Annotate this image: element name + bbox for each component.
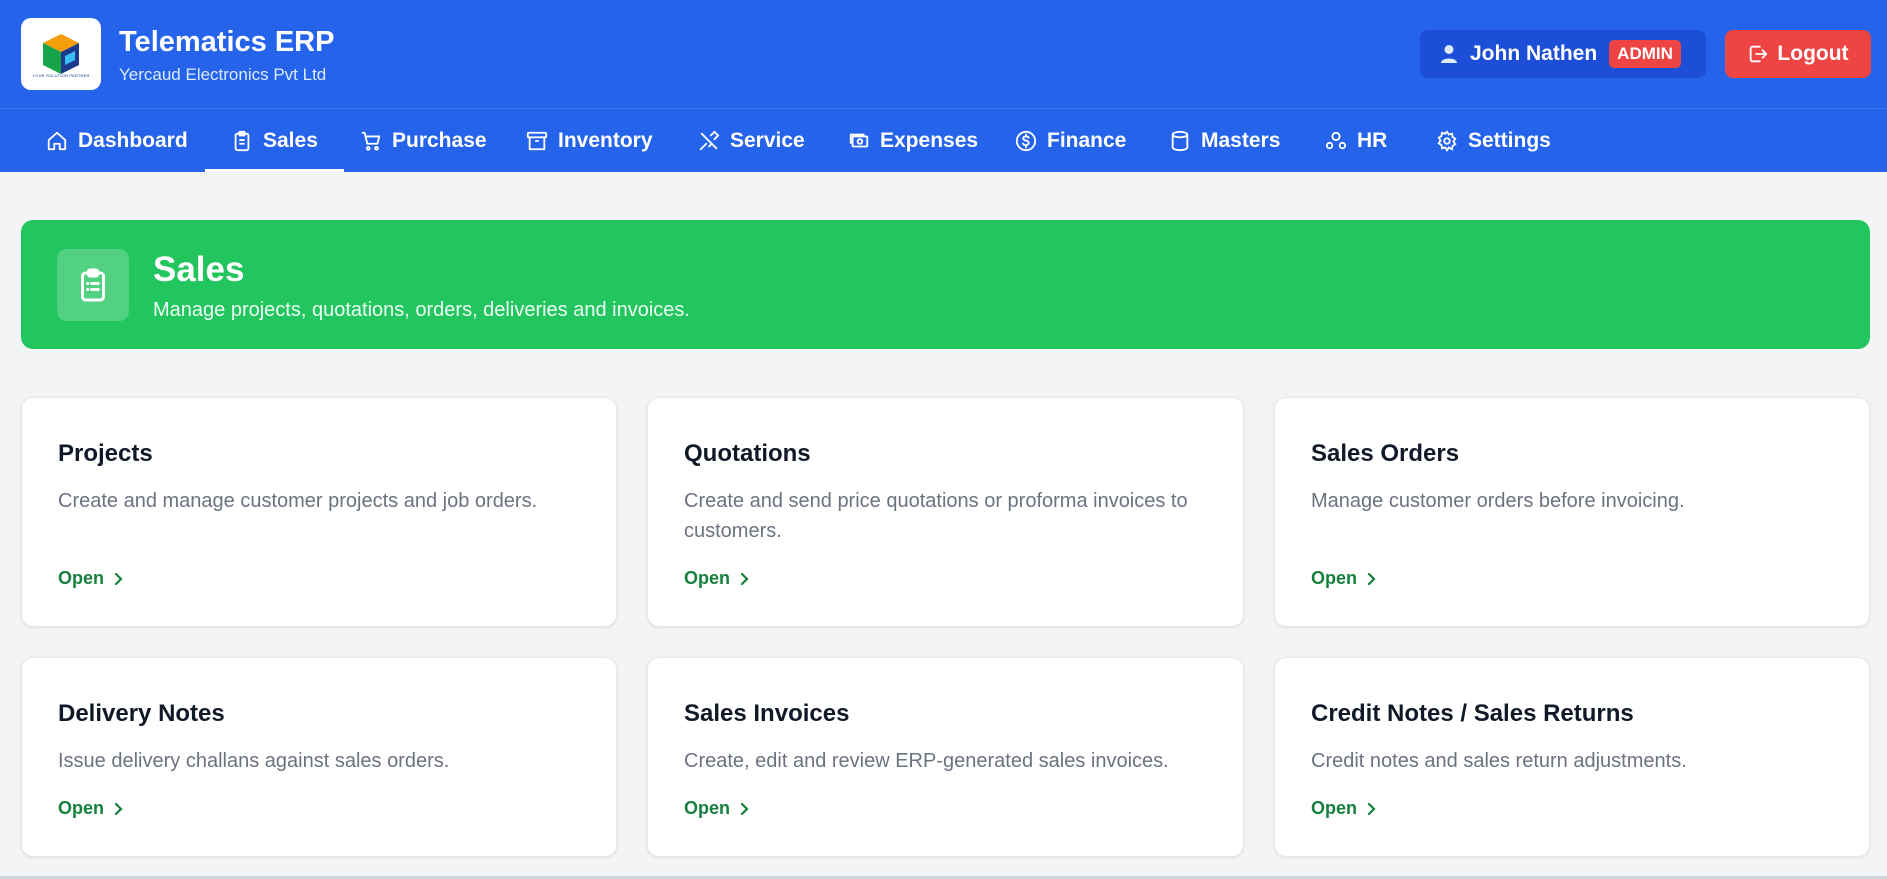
open-link[interactable]: Open <box>58 798 124 819</box>
card-credit-notes[interactable]: Credit Notes / Sales Returns Credit note… <box>1274 657 1870 857</box>
open-label: Open <box>1311 568 1358 588</box>
nav-purchase[interactable]: Purchase <box>360 109 487 172</box>
cube-logo-icon <box>43 34 79 74</box>
users-icon <box>1325 131 1347 149</box>
card-description: Create and manage customer projects and … <box>58 490 538 512</box>
nav-service[interactable]: Service <box>698 109 805 172</box>
open-link[interactable]: Open <box>1311 568 1377 589</box>
nav-label: Finance <box>1047 128 1127 152</box>
chevron-right-icon <box>114 572 123 585</box>
card-title: Projects <box>58 440 153 467</box>
card-sales-invoices[interactable]: Sales Invoices Create, edit and review E… <box>647 657 1244 857</box>
nav-label: HR <box>1357 128 1388 152</box>
nav-label: Inventory <box>558 128 653 152</box>
user-name: John Nathen <box>1470 42 1598 65</box>
card-title: Credit Notes / Sales Returns <box>1311 700 1634 727</box>
banknotes-icon <box>849 133 869 147</box>
open-label: Open <box>58 798 105 818</box>
home-icon <box>47 131 67 150</box>
chevron-right-icon <box>740 802 749 815</box>
card-title: Sales Invoices <box>684 700 850 727</box>
card-title: Quotations <box>684 440 811 467</box>
chevron-right-icon <box>114 802 123 815</box>
nav-masters[interactable]: Masters <box>1169 109 1280 172</box>
logo-tagline: YOUR SOLUTION PARTNER <box>32 73 90 78</box>
nav-dashboard[interactable]: Dashboard <box>46 109 188 172</box>
nav-hr[interactable]: HR <box>1325 109 1387 172</box>
database-icon <box>1171 130 1189 151</box>
open-label: Open <box>58 568 105 588</box>
role-badge: ADMIN <box>1609 40 1681 68</box>
card-description: Create, edit and review ERP-generated sa… <box>684 750 1169 772</box>
nav-label: Dashboard <box>78 128 188 152</box>
logout-label: Logout <box>1777 42 1849 65</box>
page-description: Manage projects, quotations, orders, del… <box>153 299 690 321</box>
company-name: Yercaud Electronics Pvt Ltd <box>119 65 327 84</box>
app-title: Telematics ERP <box>119 26 335 58</box>
nav-label: Masters <box>1201 128 1281 152</box>
card-description: Manage customer orders before invoicing. <box>1311 490 1685 512</box>
nav-expenses[interactable]: Expenses <box>848 109 978 172</box>
nav-inventory[interactable]: Inventory <box>526 109 653 172</box>
nav-label: Sales <box>263 128 318 152</box>
open-label: Open <box>1311 798 1358 818</box>
cart-icon <box>361 131 381 151</box>
open-label: Open <box>684 798 731 818</box>
gear-icon <box>1437 129 1457 152</box>
clipboard-icon <box>234 130 250 151</box>
archive-icon <box>526 131 548 150</box>
open-link[interactable]: Open <box>58 568 124 589</box>
chevron-right-icon <box>1367 802 1376 815</box>
card-description: Credit notes and sales return adjustment… <box>1311 750 1687 772</box>
card-quotations[interactable]: Quotations Create and send price quotati… <box>647 397 1244 627</box>
card-projects[interactable]: Projects Create and manage customer proj… <box>21 397 617 627</box>
nav-label: Expenses <box>880 128 979 152</box>
open-link[interactable]: Open <box>684 568 750 589</box>
top-header: YOUR SOLUTION PARTNER Telematics ERP Yer… <box>0 0 1887 108</box>
card-description: Issue delivery challans against sales or… <box>58 750 450 772</box>
main-nav: Dashboard Sales Purchase Inventory Servi… <box>0 108 1887 172</box>
open-link[interactable]: Open <box>1311 798 1377 819</box>
card-title: Delivery Notes <box>58 700 225 727</box>
nav-finance[interactable]: Finance <box>1015 109 1126 172</box>
card-description: Create and send price quotations or prof… <box>684 490 1188 542</box>
logout-button[interactable]: Logout <box>1725 30 1871 78</box>
nav-label: Purchase <box>392 128 487 152</box>
user-menu[interactable]: John Nathen ADMIN <box>1420 30 1706 78</box>
dollar-circle-icon <box>1015 130 1037 151</box>
nav-label: Service <box>730 128 805 152</box>
card-title: Sales Orders <box>1311 440 1460 467</box>
nav-sales[interactable]: Sales <box>205 109 344 172</box>
chevron-right-icon <box>1367 572 1376 585</box>
tools-icon <box>699 130 720 150</box>
company-logo[interactable]: YOUR SOLUTION PARTNER <box>21 18 101 90</box>
page-banner: Sales Manage projects, quotations, order… <box>21 220 1870 349</box>
open-link[interactable]: Open <box>684 798 750 819</box>
card-delivery-notes[interactable]: Delivery Notes Issue delivery challans a… <box>21 657 617 857</box>
clipboard-list-icon <box>57 249 129 321</box>
chevron-right-icon <box>740 572 749 585</box>
nav-label: Settings <box>1468 128 1551 152</box>
user-icon <box>1441 45 1457 63</box>
nav-settings[interactable]: Settings <box>1436 109 1551 172</box>
card-sales-orders[interactable]: Sales Orders Manage customer orders befo… <box>1274 397 1870 627</box>
open-label: Open <box>684 568 731 588</box>
page-title: Sales <box>153 250 245 289</box>
logout-icon <box>1750 45 1768 63</box>
